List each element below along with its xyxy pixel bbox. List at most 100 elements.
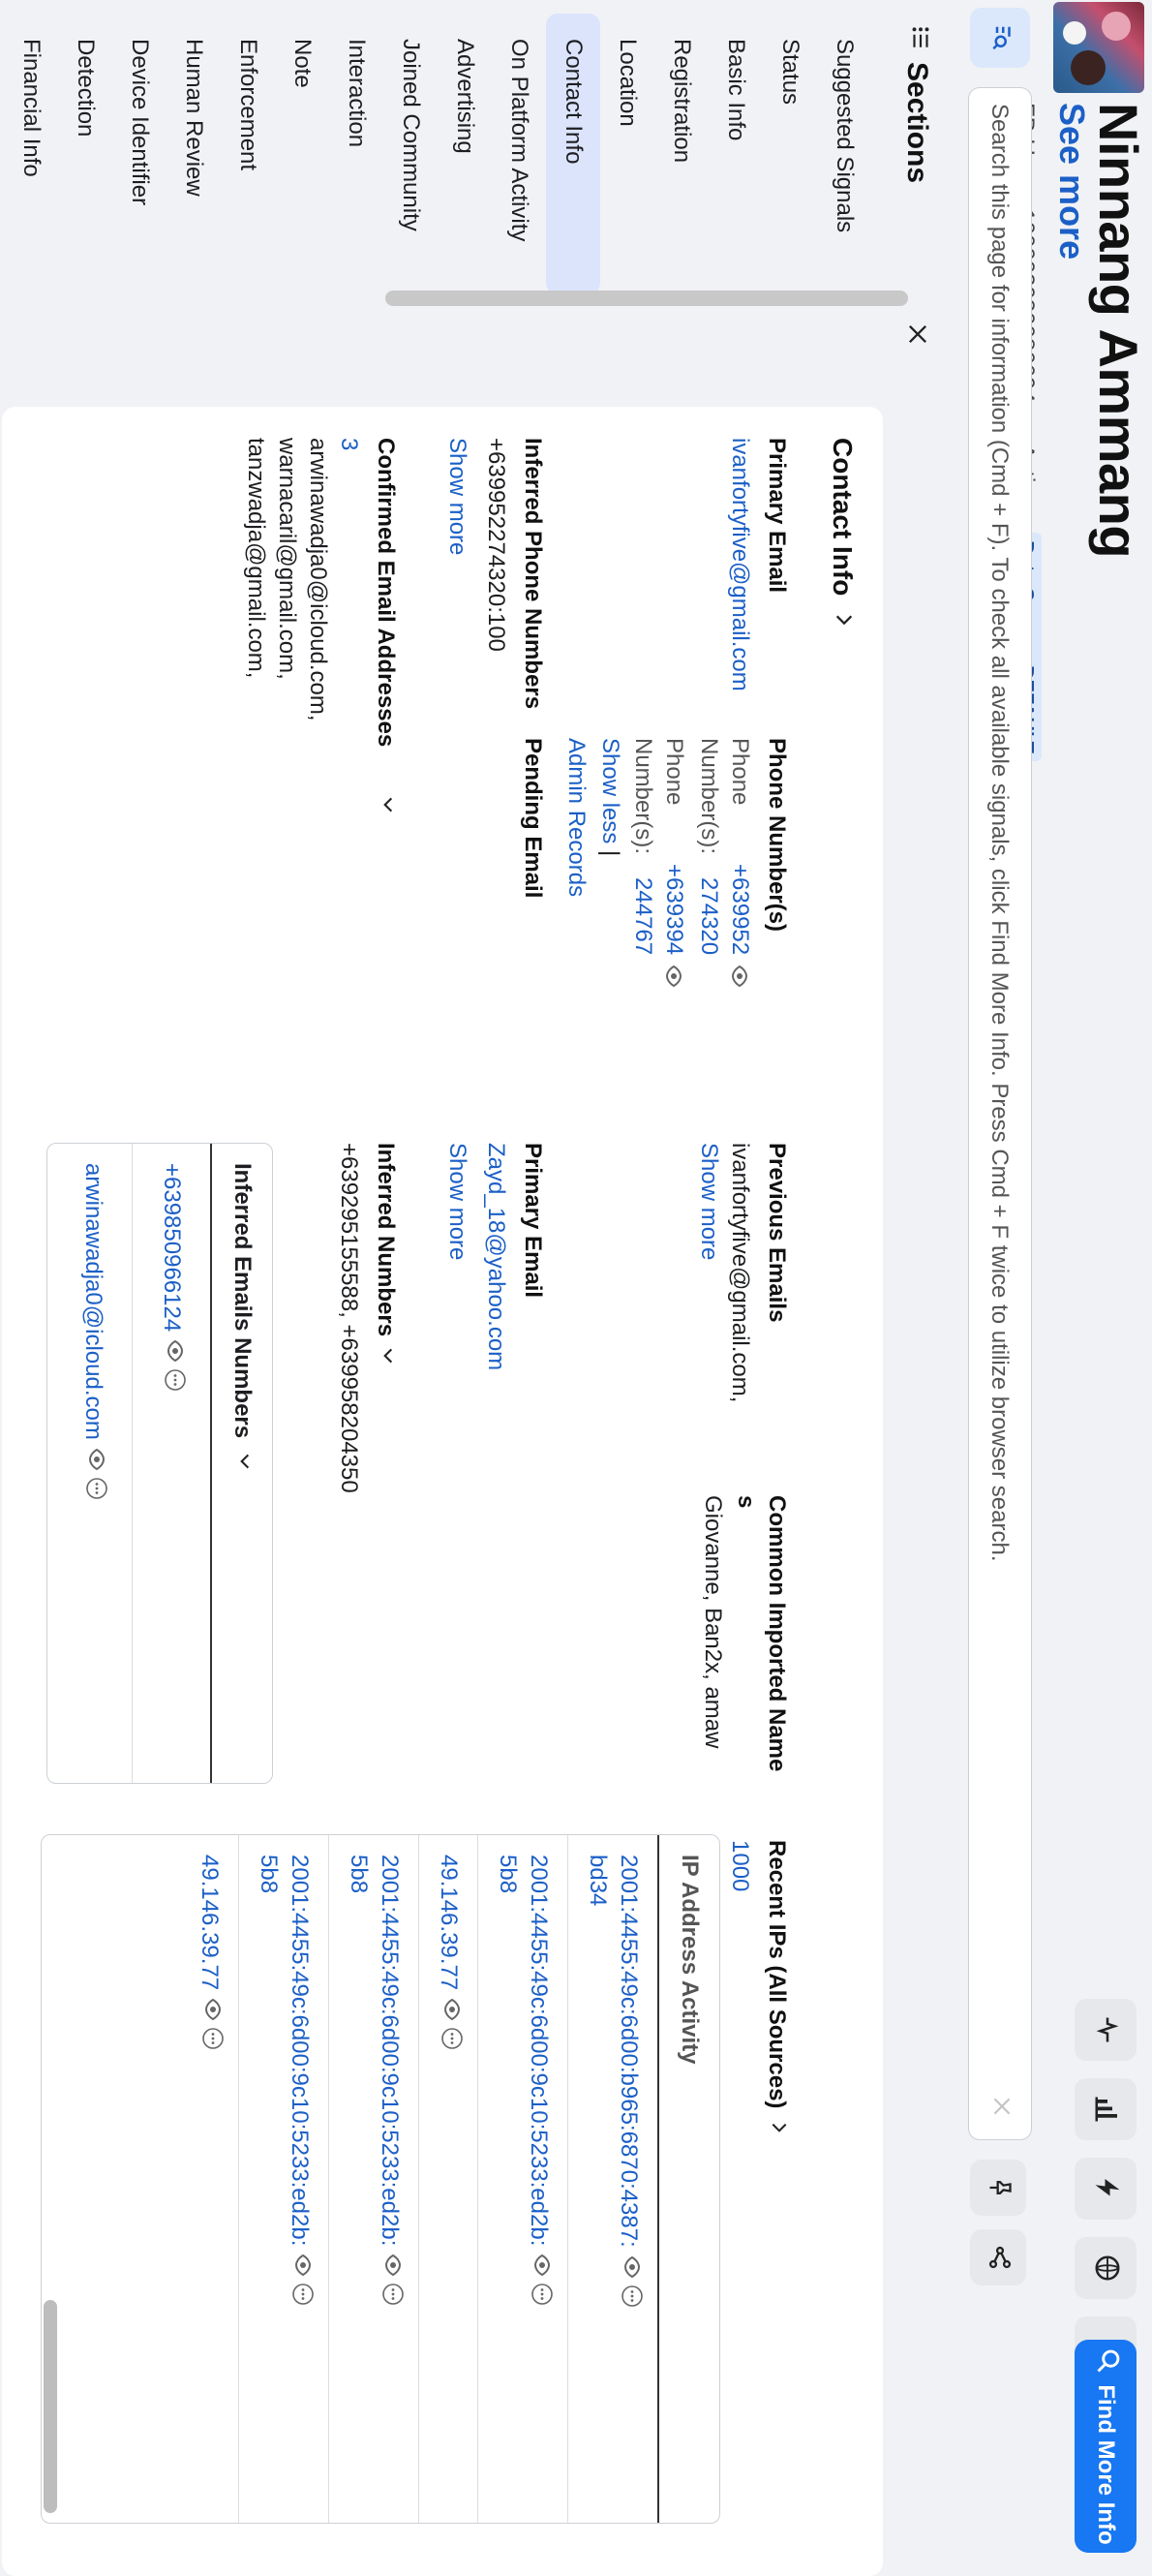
contact-info-header[interactable]: Contact Info	[827, 438, 858, 630]
contact-info-card: Contact Info Primary Email ivanfortyfive…	[2, 407, 883, 2576]
ip-address-value[interactable]: 49.146.39.77	[194, 1855, 225, 1990]
table-scrollbar[interactable]	[44, 2300, 57, 2513]
globe-button[interactable]	[1075, 2237, 1137, 2299]
phone-number-value[interactable]: 244767	[627, 864, 658, 955]
sidebar-item-note[interactable]: Note	[275, 14, 329, 294]
avatar[interactable]	[1053, 2, 1144, 93]
ip-address-value[interactable]: 49.146.39.77	[433, 1855, 464, 1990]
sidebar-item-device-identifier[interactable]: Device Identifier	[112, 14, 167, 294]
sidebar-item-interaction[interactable]: Interaction	[329, 14, 383, 294]
primary-email-field: Primary Email ivanfortyfive@gmail.com	[724, 438, 790, 691]
more-icon[interactable]	[531, 2283, 554, 2306]
eye-icon[interactable]	[662, 965, 685, 988]
ip-address-value[interactable]: 2001:4455:49c:6d00:9c10:5233:ed2b:	[523, 1855, 554, 2246]
sidebar-item-status[interactable]: Status	[763, 14, 817, 294]
chevron-down-icon	[228, 1452, 256, 1471]
sidebar-scrollbar[interactable]	[385, 291, 908, 306]
phone-number-caption: Phone	[727, 738, 753, 806]
show-less-link[interactable]: Show less	[597, 738, 623, 843]
previous-emails-show-more[interactable]: Show more	[693, 1143, 724, 1402]
more-icon[interactable]	[164, 1368, 187, 1392]
table-row: +639850966124	[132, 1144, 210, 1783]
more-icon[interactable]	[291, 2283, 315, 2306]
ip-address-value[interactable]: 5b8	[492, 1855, 523, 2246]
chevron-right-icon	[827, 609, 858, 630]
more-icon[interactable]	[85, 1477, 108, 1500]
profile-name: Ninnang Ammang	[1088, 103, 1149, 559]
eye-icon[interactable]	[621, 2255, 644, 2279]
eye-icon[interactable]	[85, 1448, 108, 1471]
page-search-toggle[interactable]	[970, 8, 1030, 68]
more-icon[interactable]	[440, 2027, 464, 2050]
recent-ips-header[interactable]: Recent IPs (All Sources)	[763, 1840, 790, 2137]
see-more-link[interactable]: See more	[1051, 103, 1092, 260]
phone-numbers-field: Phone Number(s) Phone Number(s): +639952…	[561, 738, 790, 1067]
admin-records-link[interactable]: Admin Records	[561, 738, 591, 1067]
eye-icon[interactable]	[164, 1339, 187, 1363]
ip-address-value[interactable]: 2001:4455:49c:6d00:b965:6870:4387:	[613, 1855, 644, 2248]
find-more-info-button[interactable]: Find More Info	[1075, 2340, 1137, 2553]
bolt-button[interactable]	[1075, 2158, 1137, 2220]
eye-icon[interactable]	[381, 2254, 405, 2277]
primary-email-secondary-value[interactable]: Zayd_18@yahoo.com	[480, 1143, 511, 1370]
sidebar-item-suggested-signals[interactable]: Suggested Signals	[817, 14, 871, 294]
recent-ips-label: Recent IPs (All Sources)	[764, 1840, 790, 2109]
sidebar-item-financial-info[interactable]: Financial Info	[4, 14, 58, 294]
eye-icon[interactable]	[531, 2254, 554, 2277]
inferred-numbers-field: Inferred Numbers +639295155588, +6399582…	[333, 1143, 399, 1493]
ip-address-value[interactable]: 5b8	[343, 1855, 374, 2246]
eye-icon[interactable]	[291, 2254, 315, 2277]
primary-email-value[interactable]: ivanfortyfive@gmail.com	[724, 438, 755, 691]
activity-button[interactable]	[1075, 1999, 1137, 2061]
phone-number-caption: Number(s):	[630, 738, 656, 855]
confirmed-emails-header[interactable]: Confirmed Email Addresses	[372, 438, 399, 814]
share-button[interactable]	[970, 2229, 1026, 2285]
sidebar-item-location[interactable]: Location	[600, 14, 654, 294]
more-icon[interactable]	[201, 2027, 225, 2050]
chart-button[interactable]	[1075, 2078, 1137, 2140]
phone-number-value[interactable]: +639952	[724, 864, 755, 955]
sections-title: Sections	[901, 62, 933, 184]
inferred-emails-numbers-header[interactable]: Inferred Emails Numbers	[210, 1144, 272, 1783]
ip-address-value[interactable]: bd34	[582, 1855, 613, 2248]
ip-address-value[interactable]: 2001:4455:49c:6d00:9c10:5233:ed2b:	[374, 1855, 405, 2246]
inferred-phone-numbers-show-more[interactable]: Show more	[441, 438, 472, 709]
sidebar-item-on-platform-activity[interactable]: On Platform Activity	[492, 14, 546, 294]
sidebar-item-basic-info[interactable]: Basic Info	[709, 14, 763, 294]
inferred-number-value[interactable]: +639850966124	[156, 1163, 187, 1332]
sidebar-item-advertising[interactable]: Advertising	[438, 14, 492, 294]
recent-ips-count[interactable]: 1000	[724, 1840, 755, 2137]
sidebar-item-enforcement[interactable]: Enforcement	[221, 14, 275, 294]
close-sidebar-button[interactable]	[896, 315, 935, 353]
eye-icon[interactable]	[728, 965, 751, 988]
pin-button[interactable]	[970, 2160, 1026, 2216]
close-icon	[900, 321, 932, 348]
inferred-email-value[interactable]: arwinawadja0@icloud.com	[77, 1163, 108, 1440]
sidebar-item-human-review[interactable]: Human Review	[167, 14, 221, 294]
phone-numbers-label: Phone Number(s)	[764, 738, 790, 933]
primary-email-secondary-show-more[interactable]: Show more	[441, 1143, 472, 1370]
sidebar-item-joined-community[interactable]: Joined Community	[383, 14, 438, 294]
ip-address-value[interactable]: 5b8	[253, 1855, 284, 2246]
ip-address-value[interactable]: 2001:4455:49c:6d00:9c10:5233:ed2b:	[284, 1855, 315, 2246]
previous-emails-value: ivanfortyfive@gmail.com,	[727, 1143, 753, 1403]
table-row: arwinawadja0@icloud.com	[54, 1144, 132, 1783]
share-icon	[983, 2244, 1015, 2271]
phone-number-caption: Phone	[661, 738, 687, 806]
phone-number-value[interactable]: +639394	[658, 864, 689, 955]
phone-number-value[interactable]: 274320	[693, 864, 724, 955]
sections-header: Sections	[900, 25, 933, 183]
confirmed-emails-count[interactable]: 3	[333, 438, 364, 814]
sidebar-item-detection[interactable]: Detection	[58, 14, 112, 294]
eye-icon[interactable]	[201, 1998, 225, 2021]
eye-icon[interactable]	[440, 1998, 464, 2021]
clear-search-button[interactable]	[981, 2087, 1019, 2126]
more-icon[interactable]	[621, 2285, 644, 2308]
bolt-icon	[1089, 2174, 1123, 2203]
search-input[interactable]	[967, 102, 1031, 2081]
sidebar-item-contact-info[interactable]: Contact Info	[546, 14, 600, 294]
inferred-numbers-header[interactable]: Inferred Numbers	[372, 1143, 399, 1493]
more-icon[interactable]	[381, 2283, 405, 2306]
inferred-phone-numbers-value: +639952274320:100	[483, 438, 509, 652]
sidebar-item-registration[interactable]: Registration	[654, 14, 709, 294]
